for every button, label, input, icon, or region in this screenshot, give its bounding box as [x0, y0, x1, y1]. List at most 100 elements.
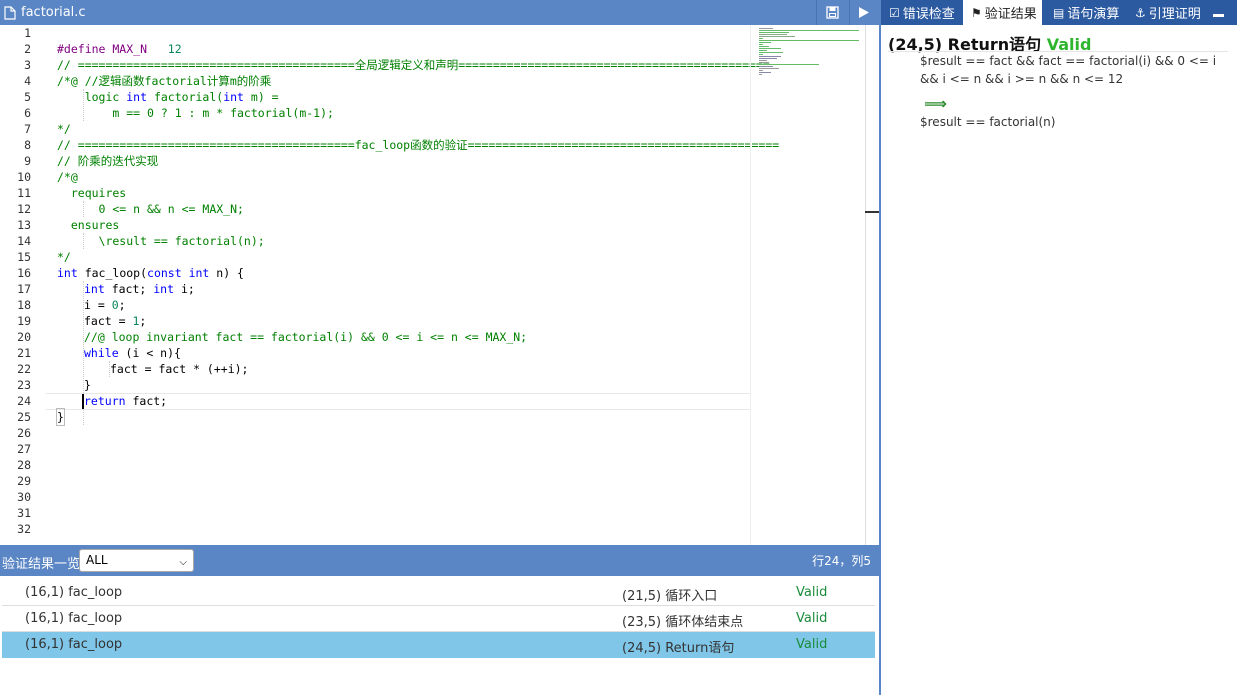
code-token: #define MAX_N: [57, 42, 168, 56]
code-text[interactable]: #define MAX_N 12 // ====================…: [56, 25, 779, 545]
code-token: int: [126, 90, 148, 104]
result-point: (21,5) 循环入口: [622, 589, 718, 604]
code-line-4: /*@ //逻辑函数factorial计算m的阶乘: [57, 74, 272, 88]
code-line-10: /*@: [57, 170, 78, 184]
result-status: Valid: [796, 611, 828, 626]
code-editor[interactable]: 1 2 3 4 5 6 7 8 9 10 11 12 13 14 15 16 17 18 19 20 21 22 23 24 2…: [0, 25, 865, 545]
code-line-20: //@ loop invariant fact == factorial(i) …: [84, 330, 528, 344]
code-token: fac_loop(: [77, 266, 148, 280]
code-token: logic: [57, 90, 127, 104]
code-line-6: m == 0 ? 1 : m * factorial(m-1);: [57, 106, 334, 120]
result-status: Valid: [796, 637, 828, 652]
results-filter-value: ALL: [86, 553, 108, 567]
result-status: Valid: [796, 585, 828, 600]
vertical-scrollbar[interactable]: [865, 25, 879, 545]
right-panel-tabs: ☑ 错误检查 ⚑ 验证结果 ▤ 语句演算 ⚓ 引理证明: [881, 0, 1237, 25]
code-token: i =: [84, 298, 112, 312]
line-number: 16: [17, 266, 31, 280]
verification-detail-panel: (24,5) Return语句 Valid $result == fact &&…: [881, 25, 1237, 695]
tab-statement-calculus[interactable]: ▤ 语句演算: [1053, 0, 1119, 25]
result-row[interactable]: (16,1) fac_loop (23,5) 循环体结束点 Valid: [2, 606, 875, 632]
line-number: 27: [17, 442, 31, 456]
run-button[interactable]: [849, 0, 877, 25]
line-number: 17: [17, 282, 31, 296]
code-token: ;: [139, 314, 147, 328]
code-token: const int: [147, 266, 210, 280]
line-number: 25: [17, 410, 31, 424]
file-name: factorial.c: [21, 5, 86, 20]
code-token: fact;: [104, 282, 154, 296]
line-number: 6: [24, 106, 31, 120]
code-token: i;: [174, 282, 195, 296]
line-number: 8: [24, 138, 31, 152]
save-button[interactable]: [818, 0, 846, 25]
line-number: 7: [24, 122, 31, 136]
line-number: 30: [17, 490, 31, 504]
cursor-position: 行24，列5: [812, 554, 871, 568]
code-line-23: }: [84, 378, 91, 392]
code-token: ;: [118, 298, 126, 312]
line-number: 31: [17, 506, 31, 520]
code-token: while: [84, 346, 119, 360]
line-number: 24: [17, 394, 31, 408]
tab-label: 错误检查: [902, 7, 955, 22]
code-line-8: // =====================================…: [57, 138, 780, 152]
code-line-25: }: [56, 408, 65, 426]
code-token: int: [153, 282, 175, 296]
code-line-3: // =====================================…: [57, 58, 770, 72]
line-number: 32: [17, 522, 31, 536]
tab-label: 引理证明: [1148, 7, 1201, 22]
code-token: n) {: [209, 266, 244, 280]
line-number: 20: [17, 330, 31, 344]
conclusion-text: $result == factorial(n): [920, 115, 1056, 129]
text-caret: [82, 394, 84, 409]
line-number: 11: [17, 186, 31, 200]
line-number: 9: [24, 154, 31, 168]
line-number: 28: [17, 458, 31, 472]
line-number: 13: [17, 218, 31, 232]
result-row-selected[interactable]: (16,1) fac_loop (24,5) Return语句 Valid: [2, 632, 875, 658]
tab-error-check[interactable]: ☑ 错误检查: [889, 0, 955, 25]
editor-header: factorial.c: [0, 0, 879, 25]
code-token: int: [84, 282, 105, 296]
tag-icon: ⚑: [971, 5, 982, 20]
code-line-12: 0 <= n && n <= MAX_N;: [57, 202, 244, 216]
code-line-7: */: [57, 122, 71, 136]
code-token: factorial(: [147, 90, 224, 104]
results-toolbar: 验证结果一览 ALL ⌵ 行24，列5: [0, 545, 879, 576]
chevron-down-icon: ⌵: [179, 557, 187, 568]
line-number: 14: [17, 234, 31, 248]
line-number: 2: [24, 42, 31, 56]
line-number: 23: [17, 378, 31, 392]
code-line-13: ensures: [57, 218, 120, 232]
code-line-9: // 阶乘的迭代实现: [57, 154, 159, 168]
check-square-icon: ☑: [889, 5, 900, 20]
results-filter-select[interactable]: ALL ⌵: [79, 549, 194, 572]
minimize-icon[interactable]: [1211, 0, 1227, 25]
premise-text: $result == fact && fact == factorial(i) …: [920, 54, 1217, 86]
code-token: (i < n){: [118, 346, 181, 360]
line-number: 10: [17, 170, 31, 184]
line-number: 3: [24, 58, 31, 72]
result-function: (16,1) fac_loop: [25, 611, 123, 626]
code-token: 12: [167, 42, 182, 56]
code-token: fact =: [84, 314, 133, 328]
play-icon: [858, 7, 869, 18]
line-number: 4: [24, 74, 31, 88]
minimap[interactable]: [750, 25, 865, 545]
line-number: 29: [17, 474, 31, 488]
file-tab[interactable]: factorial.c: [0, 0, 86, 25]
code-token: m) =: [243, 90, 279, 104]
result-function: (16,1) fac_loop: [25, 637, 123, 652]
code-line-15: */: [57, 250, 71, 264]
line-number: 15: [17, 250, 31, 264]
scroll-position-marker: [865, 211, 879, 213]
tab-lemma-proof[interactable]: ⚓ 引理证明: [1135, 0, 1201, 25]
code-line-14: \result == factorial(n);: [57, 234, 265, 248]
line-number: 21: [17, 346, 31, 360]
tab-verify-result[interactable]: ⚑ 验证结果: [963, 0, 1042, 25]
anchor-icon: ⚓: [1135, 5, 1146, 20]
result-row[interactable]: (16,1) fac_loop (21,5) 循环入口 Valid: [2, 580, 875, 606]
result-function: (16,1) fac_loop: [25, 585, 123, 600]
code-token: int: [223, 90, 244, 104]
